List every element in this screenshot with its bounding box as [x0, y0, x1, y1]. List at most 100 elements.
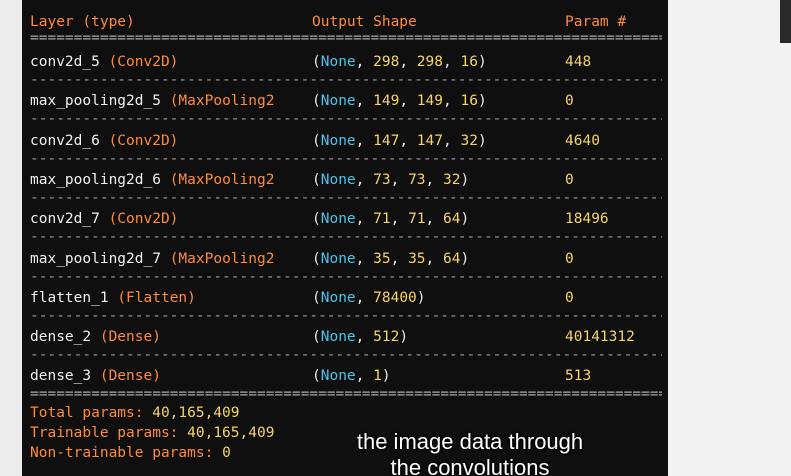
shape-comma: , — [355, 93, 374, 109]
layer-name-cell: conv2d_6 (Conv2D) — [30, 132, 178, 150]
output-shape-cell: (None, 149, 149, 16) — [312, 92, 487, 110]
param-count: 0 — [565, 290, 574, 306]
shape-dim: 32 — [460, 133, 478, 149]
layer-name-cell: conv2d_5 (Conv2D) — [30, 53, 178, 71]
layer-type: (Conv2D) — [108, 211, 179, 227]
layer-type: (MaxPooling2 — [169, 251, 275, 267]
params-value: 40,165,409 — [187, 425, 275, 441]
shape-dim: 1 — [373, 368, 382, 384]
layer-name-cell: max_pooling2d_7 (MaxPooling2 — [30, 250, 274, 268]
shape-dim: 64 — [443, 211, 461, 227]
shape-none: None — [320, 133, 356, 149]
shape-comma: , — [355, 251, 374, 267]
shape-dim: 35 — [408, 251, 426, 267]
shape-open-paren: ( — [312, 93, 321, 109]
shape-dim: 149 — [416, 93, 443, 109]
layer-name: max_pooling2d_6 — [30, 172, 170, 188]
params-value: 40,165,409 — [152, 405, 240, 421]
params-label: Total params: — [30, 405, 153, 421]
layer-name-cell: flatten_1 (Flatten) — [30, 289, 196, 307]
row-separator: ----------------------------------------… — [30, 231, 662, 243]
left-margin — [0, 0, 22, 476]
shape-dim: 73 — [373, 172, 391, 188]
shape-open-paren: ( — [312, 211, 321, 227]
param-count: 0 — [565, 251, 574, 267]
caption-line-1: the image data through — [356, 429, 584, 454]
shape-open-paren: ( — [312, 329, 321, 345]
layer-name-cell: conv2d_7 (Conv2D) — [30, 210, 178, 228]
output-shape-cell: (None, 78400) — [312, 289, 426, 307]
layer-name-cell: max_pooling2d_5 (MaxPooling2 — [30, 92, 274, 110]
shape-comma: , — [355, 133, 374, 149]
layer-name: conv2d_7 — [30, 211, 109, 227]
shape-comma: , — [355, 290, 374, 306]
layer-name: flatten_1 — [30, 290, 118, 306]
shape-comma: , — [425, 211, 443, 227]
row-separator: ----------------------------------------… — [30, 271, 662, 283]
shape-dim: 71 — [373, 211, 391, 227]
shape-open-paren: ( — [312, 368, 321, 384]
param-count: 18496 — [565, 211, 609, 227]
shape-dim: 149 — [373, 93, 400, 109]
model-summary-output: Layer (type) Output Shape Param # conv2d… — [22, 0, 668, 476]
layer-name-cell: dense_2 (Dense) — [30, 328, 161, 346]
param-count: 4640 — [565, 133, 600, 149]
caption-line-2: the convolutions — [390, 455, 550, 476]
shape-comma: , — [399, 54, 417, 70]
param-count: 0 — [565, 172, 574, 188]
shape-dim: 298 — [373, 54, 400, 70]
shape-dim: 64 — [443, 251, 461, 267]
shape-dim: 147 — [373, 133, 400, 149]
output-shape-cell: (None, 147, 147, 32) — [312, 132, 487, 150]
shape-dim: 512 — [373, 329, 400, 345]
output-shape-cell: (None, 1) — [312, 367, 391, 385]
param-count: 513 — [565, 368, 592, 384]
layer-name-cell: max_pooling2d_6 (MaxPooling2 — [30, 171, 274, 189]
shape-close-paren: ) — [477, 133, 487, 149]
shape-none: None — [320, 211, 356, 227]
shape-none: None — [320, 251, 356, 267]
shape-comma: , — [390, 251, 409, 267]
layer-name: max_pooling2d_7 — [30, 251, 170, 267]
layer-type: (Dense) — [99, 329, 161, 345]
shape-comma: , — [399, 93, 417, 109]
shape-none: None — [320, 290, 356, 306]
shape-open-paren: ( — [312, 290, 321, 306]
shape-open-paren: ( — [312, 172, 321, 188]
param-count: 40141312 — [565, 329, 635, 345]
param-count: 0 — [565, 93, 574, 109]
shape-comma: , — [443, 54, 461, 70]
shape-close-paren: ) — [399, 329, 409, 345]
layer-type: (MaxPooling2 — [169, 172, 275, 188]
shape-comma: , — [425, 172, 443, 188]
layer-name: conv2d_5 — [30, 54, 109, 70]
shape-open-paren: ( — [312, 133, 321, 149]
layer-type: (Conv2D) — [108, 133, 179, 149]
shape-dim: 71 — [408, 211, 426, 227]
params-value: 0 — [222, 445, 231, 461]
window-edge — [780, 0, 791, 43]
shape-comma: , — [355, 54, 374, 70]
shape-close-paren: ) — [416, 290, 426, 306]
header-separator: ========================================… — [30, 32, 662, 44]
shape-dim: 73 — [408, 172, 426, 188]
layer-type: (MaxPooling2 — [169, 93, 275, 109]
params-total-line: Total params: 40,165,409 — [30, 404, 240, 422]
shape-dim: 16 — [460, 93, 478, 109]
output-shape-cell: (None, 298, 298, 16) — [312, 53, 487, 71]
layer-name: dense_3 — [30, 368, 100, 384]
row-separator: ----------------------------------------… — [30, 192, 662, 204]
shape-comma: , — [355, 368, 374, 384]
header-param: Param # — [565, 14, 627, 30]
params-total-line: Non-trainable params: 0 — [30, 444, 231, 462]
layer-type: (Flatten) — [117, 290, 196, 306]
shape-dim: 147 — [416, 133, 443, 149]
shape-close-paren: ) — [381, 368, 391, 384]
shape-none: None — [320, 368, 356, 384]
output-shape-cell: (None, 35, 35, 64) — [312, 250, 469, 268]
output-shape-cell: (None, 73, 73, 32) — [312, 171, 469, 189]
shape-close-paren: ) — [460, 251, 470, 267]
output-shape-cell: (None, 71, 71, 64) — [312, 210, 469, 228]
shape-comma: , — [390, 172, 409, 188]
header-layer: Layer (type) — [30, 14, 135, 30]
